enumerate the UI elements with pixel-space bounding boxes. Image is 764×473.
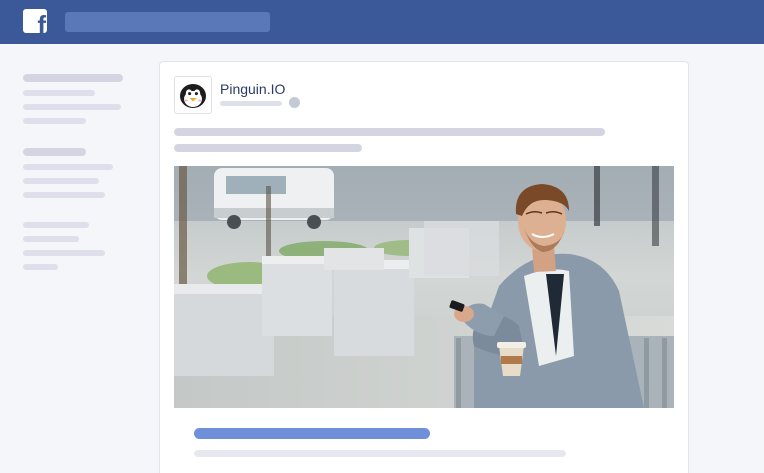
link-preview-subtitle-placeholder[interactable] bbox=[194, 450, 566, 457]
sidebar-item-placeholder[interactable] bbox=[23, 250, 105, 256]
link-preview-title-placeholder[interactable] bbox=[194, 428, 430, 439]
facebook-logo-letter: f bbox=[37, 10, 46, 33]
page-avatar[interactable] bbox=[174, 76, 212, 114]
sidebar-item-placeholder[interactable] bbox=[23, 192, 105, 198]
facebook-logo-icon[interactable]: f bbox=[23, 9, 47, 33]
search-input[interactable] bbox=[65, 12, 270, 32]
sidebar-item-placeholder[interactable] bbox=[23, 164, 113, 170]
post-text-placeholder bbox=[174, 144, 362, 152]
photo-illustration bbox=[174, 166, 674, 408]
sidebar-item-placeholder[interactable] bbox=[23, 222, 89, 228]
sidebar-item-placeholder[interactable] bbox=[23, 90, 95, 96]
sidebar-heading-placeholder bbox=[23, 74, 123, 82]
sidebar-item-placeholder[interactable] bbox=[23, 104, 121, 110]
post-timestamp-placeholder[interactable] bbox=[220, 101, 282, 106]
sidebar-item-placeholder[interactable] bbox=[23, 178, 99, 184]
sidebar-item-placeholder[interactable] bbox=[23, 264, 58, 270]
post-text-placeholder bbox=[174, 128, 605, 136]
top-nav-bar: f bbox=[0, 0, 764, 44]
sidebar-item-placeholder[interactable] bbox=[23, 236, 79, 242]
globe-icon[interactable] bbox=[289, 97, 300, 108]
page-name-link[interactable]: Pinguin.IO bbox=[220, 81, 285, 97]
penguin-icon bbox=[180, 84, 206, 108]
sidebar-item-placeholder[interactable] bbox=[23, 118, 86, 124]
sidebar-heading-placeholder bbox=[23, 148, 86, 156]
post-photo[interactable] bbox=[174, 166, 674, 408]
